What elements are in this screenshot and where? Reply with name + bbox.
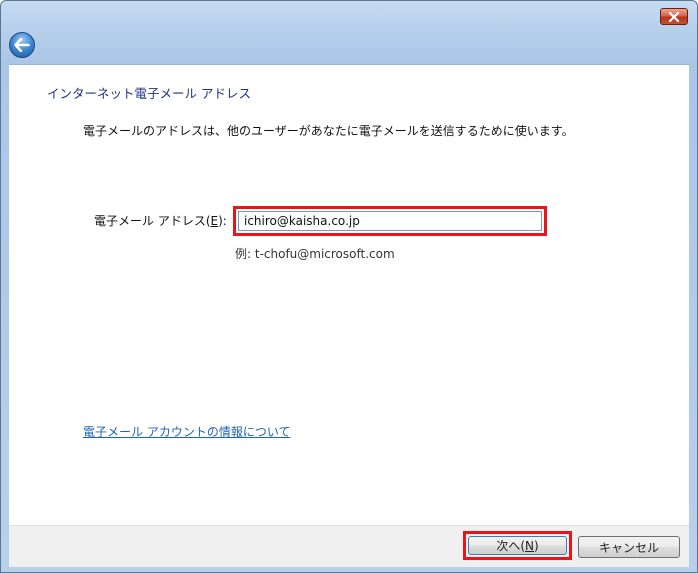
email-example-text: 例: t-chofu@microsoft.com bbox=[235, 247, 395, 261]
back-arrow-icon bbox=[14, 38, 30, 52]
email-label-prefix: 電子メール アドレス( bbox=[94, 214, 211, 228]
button-bar: 次へ(N) キャンセル bbox=[9, 525, 689, 567]
close-button[interactable] bbox=[660, 8, 688, 25]
email-label-suffix: ): bbox=[218, 214, 227, 228]
back-button[interactable] bbox=[9, 32, 35, 58]
email-address-input[interactable] bbox=[238, 211, 542, 231]
next-button[interactable]: 次へ(N) bbox=[468, 536, 567, 555]
email-address-label: 電子メール アドレス(E): bbox=[94, 212, 227, 229]
next-highlight-frame: 次へ(N) bbox=[463, 531, 572, 560]
wizard-window: インターネット電子メール アドレス 電子メールのアドレスは、他のユーザーがあなた… bbox=[0, 0, 698, 573]
next-label-accelerator: N bbox=[525, 538, 534, 553]
close-icon bbox=[668, 11, 680, 22]
account-info-link[interactable]: 電子メール アカウントの情報について bbox=[83, 423, 290, 440]
next-label-suffix: ) bbox=[533, 538, 539, 553]
page-title: インターネット電子メール アドレス bbox=[47, 86, 251, 101]
email-highlight-frame bbox=[233, 206, 547, 236]
description-text: 電子メールのアドレスは、他のユーザーがあなたに電子メールを送信するために使います… bbox=[83, 124, 574, 138]
cancel-button[interactable]: キャンセル bbox=[578, 536, 680, 558]
content-panel: インターネット電子メール アドレス 電子メールのアドレスは、他のユーザーがあなた… bbox=[9, 64, 689, 526]
email-label-accelerator: E bbox=[210, 214, 219, 228]
next-label-prefix: 次へ( bbox=[496, 539, 525, 553]
